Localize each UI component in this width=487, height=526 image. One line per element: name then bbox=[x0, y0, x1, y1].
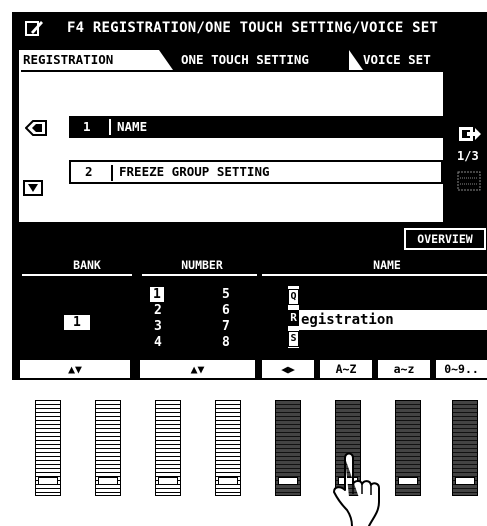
tab-registration-label: REGISTRATION bbox=[23, 52, 114, 67]
number-column-1: 1 2 3 4 bbox=[150, 287, 164, 351]
fader-2[interactable] bbox=[95, 400, 121, 496]
tab-voice-set[interactable]: VOICE SET bbox=[349, 50, 443, 70]
tab-registration[interactable]: REGISTRATION bbox=[21, 50, 159, 70]
bank-value[interactable]: 1 bbox=[64, 315, 90, 330]
item-label: FREEZE GROUP SETTING bbox=[119, 164, 270, 179]
item-label: NAME bbox=[117, 119, 148, 134]
char-selector[interactable]: Q R S bbox=[288, 286, 299, 348]
fader-1[interactable] bbox=[35, 400, 61, 496]
tab-voice-set-label: VOICE SET bbox=[363, 52, 431, 67]
page-grid-icon[interactable] bbox=[457, 170, 481, 192]
fader-3[interactable] bbox=[155, 400, 181, 496]
char-option-r-selected: R bbox=[288, 310, 299, 326]
item-separator bbox=[109, 119, 111, 135]
fader-knob bbox=[455, 477, 475, 485]
bank-updown-button[interactable]: ▲▼ bbox=[20, 360, 130, 378]
lowercase-button[interactable]: a~z bbox=[378, 360, 430, 378]
header-underline bbox=[22, 274, 132, 276]
header-underline bbox=[142, 274, 257, 276]
number-5[interactable]: 5 bbox=[222, 287, 230, 303]
fader-knob bbox=[158, 477, 178, 485]
fader-5[interactable] bbox=[275, 400, 301, 496]
exit-arrow-icon[interactable] bbox=[457, 124, 481, 144]
scroll-down-icon[interactable] bbox=[23, 180, 43, 196]
tab-slant bbox=[159, 50, 173, 70]
digits-button[interactable]: 0~9.. bbox=[436, 360, 487, 378]
char-option-s: S bbox=[288, 331, 299, 347]
number-6[interactable]: 6 bbox=[222, 303, 230, 319]
number-2[interactable]: 2 bbox=[150, 303, 164, 319]
pencil-page-icon bbox=[25, 21, 43, 36]
fader-7[interactable] bbox=[395, 400, 421, 496]
number-7[interactable]: 7 bbox=[222, 319, 230, 335]
tab-slant bbox=[349, 50, 363, 70]
tab-underline bbox=[21, 70, 443, 72]
bank-value-text: 1 bbox=[64, 315, 90, 330]
uppercase-button[interactable]: A~Z bbox=[320, 360, 372, 378]
left-select-arrow-icon[interactable] bbox=[25, 120, 47, 136]
fader-4[interactable] bbox=[215, 400, 241, 496]
fader-knob bbox=[98, 477, 118, 485]
fader-knob bbox=[218, 477, 238, 485]
tab-one-touch-setting[interactable]: ONE TOUCH SETTING bbox=[159, 50, 349, 70]
number-3[interactable]: 3 bbox=[150, 319, 164, 335]
overview-button[interactable]: OVERVIEW bbox=[404, 228, 486, 250]
fader-knob bbox=[278, 477, 298, 485]
menu-item-name[interactable]: 1 NAME bbox=[69, 116, 443, 138]
item-number: 2 bbox=[85, 164, 93, 179]
fader-8[interactable] bbox=[452, 400, 478, 496]
cursor-move-button[interactable]: ◀▶ bbox=[262, 360, 314, 378]
column-header-bank: BANK bbox=[73, 258, 101, 272]
item-number: 1 bbox=[83, 119, 91, 134]
tab-one-touch-label: ONE TOUCH SETTING bbox=[181, 52, 309, 67]
title-bar: F4 REGISTRATION/ONE TOUCH SETTING/VOICE … bbox=[12, 12, 487, 44]
column-header-name: NAME bbox=[373, 258, 401, 272]
page-title: F4 REGISTRATION/ONE TOUCH SETTING/VOICE … bbox=[67, 20, 439, 36]
number-updown-button[interactable]: ▲▼ bbox=[140, 360, 255, 378]
char-option-q: Q bbox=[288, 289, 299, 305]
header-underline bbox=[262, 274, 487, 276]
page-indicator: 1/3 bbox=[457, 149, 479, 163]
fader-knob bbox=[398, 477, 418, 485]
item-separator bbox=[111, 165, 113, 181]
registration-panel: REGISTRATION ONE TOUCH SETTING VOICE SET… bbox=[19, 50, 443, 222]
number-1[interactable]: 1 bbox=[150, 287, 164, 303]
lcd-screen: F4 REGISTRATION/ONE TOUCH SETTING/VOICE … bbox=[12, 12, 487, 380]
menu-item-freeze-group-setting[interactable]: 2 FREEZE GROUP SETTING bbox=[69, 160, 443, 184]
hand-pointer-icon bbox=[333, 452, 380, 526]
number-column-2: 5 6 7 8 bbox=[222, 287, 230, 351]
fader-knob bbox=[38, 477, 58, 485]
column-header-number: NUMBER bbox=[181, 258, 223, 272]
number-4[interactable]: 4 bbox=[150, 335, 164, 351]
number-8[interactable]: 8 bbox=[222, 335, 230, 351]
name-input[interactable]: egistration bbox=[299, 310, 487, 330]
